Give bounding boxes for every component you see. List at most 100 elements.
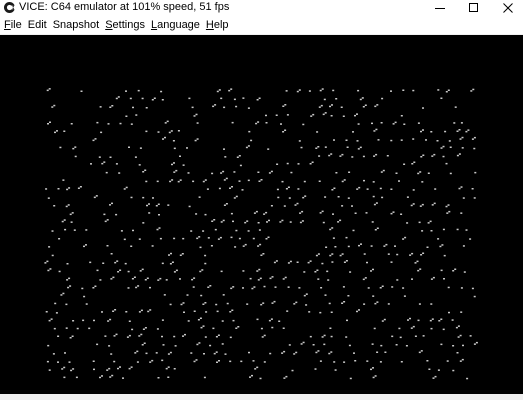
star-pixel xyxy=(465,130,468,133)
star-pixel xyxy=(171,163,173,166)
title-bar[interactable]: VICE: C64 emulator at 101% speed, 51 fps xyxy=(0,0,523,16)
star-pixel xyxy=(99,279,102,281)
star-pixel xyxy=(466,377,469,380)
star-pixel xyxy=(257,222,260,224)
star-pixel xyxy=(275,114,278,116)
star-pixel xyxy=(221,343,224,345)
minimize-button[interactable] xyxy=(425,0,455,16)
menu-help[interactable]: Help xyxy=(203,19,232,32)
star-pixel xyxy=(286,162,289,165)
star-pixel xyxy=(365,212,368,214)
star-pixel xyxy=(451,319,454,321)
star-pixel xyxy=(470,90,473,92)
menu-snapshot[interactable]: Snapshot xyxy=(50,19,102,32)
star-pixel xyxy=(303,294,306,297)
star-pixel xyxy=(68,361,71,363)
star-pixel xyxy=(412,89,415,92)
star-pixel xyxy=(196,343,199,346)
star-pixel xyxy=(247,107,250,109)
star-pixel xyxy=(301,210,304,213)
star-pixel xyxy=(200,326,203,329)
star-pixel xyxy=(418,303,421,305)
star-pixel xyxy=(136,361,139,363)
star-pixel xyxy=(155,205,158,207)
emulator-window: VICE: C64 emulator at 101% speed, 51 fps… xyxy=(0,0,523,400)
star-pixel xyxy=(47,344,50,347)
star-pixel xyxy=(218,360,220,362)
star-pixel xyxy=(299,221,302,224)
star-pixel xyxy=(298,287,301,289)
star-pixel xyxy=(251,287,254,290)
star-pixel xyxy=(247,230,250,232)
star-pixel xyxy=(373,203,376,206)
star-pixel xyxy=(341,253,344,255)
star-pixel xyxy=(286,310,289,312)
star-pixel xyxy=(57,188,60,190)
star-pixel xyxy=(419,268,422,270)
star-pixel xyxy=(110,278,113,280)
star-pixel xyxy=(283,205,286,207)
menu-edit[interactable]: Edit xyxy=(25,19,50,32)
star-pixel xyxy=(446,360,449,362)
star-pixel xyxy=(111,202,113,205)
star-pixel xyxy=(329,254,332,257)
star-pixel xyxy=(192,286,195,288)
star-pixel xyxy=(144,279,147,281)
star-pixel xyxy=(171,261,174,263)
star-pixel xyxy=(103,213,106,216)
star-pixel xyxy=(316,131,319,133)
star-pixel xyxy=(278,320,281,322)
star-pixel xyxy=(229,311,232,313)
star-pixel xyxy=(356,310,358,313)
star-pixel xyxy=(420,130,422,133)
star-pixel xyxy=(61,220,64,223)
star-pixel xyxy=(50,318,53,320)
star-pixel xyxy=(280,123,282,125)
star-pixel xyxy=(160,90,163,93)
star-pixel xyxy=(285,188,288,190)
menu-file[interactable]: File xyxy=(1,19,25,32)
star-pixel xyxy=(253,212,256,214)
star-pixel xyxy=(426,246,429,248)
star-pixel xyxy=(372,367,374,369)
star-pixel xyxy=(376,351,379,353)
star-pixel xyxy=(396,279,399,281)
star-pixel xyxy=(418,221,421,224)
star-pixel xyxy=(85,303,88,305)
star-pixel xyxy=(267,236,270,238)
emulator-screen[interactable] xyxy=(0,35,523,394)
star-pixel xyxy=(387,303,390,305)
star-pixel xyxy=(230,236,233,239)
star-pixel xyxy=(324,146,327,148)
star-pixel xyxy=(80,90,83,92)
star-pixel xyxy=(46,360,49,363)
star-pixel xyxy=(343,179,346,181)
star-pixel xyxy=(380,122,383,124)
menu-settings[interactable]: Settings xyxy=(102,19,148,32)
close-button[interactable] xyxy=(493,0,523,16)
star-pixel xyxy=(136,350,139,353)
star-pixel xyxy=(277,196,280,199)
star-pixel xyxy=(438,320,441,322)
maximize-button[interactable] xyxy=(459,0,489,16)
star-pixel xyxy=(418,351,421,354)
star-pixel xyxy=(432,276,435,279)
star-pixel xyxy=(270,318,273,320)
star-pixel xyxy=(83,295,86,298)
star-pixel xyxy=(213,219,216,221)
star-pixel xyxy=(186,147,188,149)
star-pixel xyxy=(398,327,401,330)
menu-language[interactable]: Language xyxy=(148,19,203,32)
star-pixel xyxy=(442,228,445,231)
star-pixel xyxy=(307,261,310,264)
star-pixel xyxy=(249,277,252,280)
star-pixel xyxy=(440,269,443,272)
vice-logo-icon[interactable] xyxy=(3,1,16,14)
star-pixel xyxy=(51,230,54,232)
star-pixel xyxy=(445,162,448,165)
star-pixel xyxy=(246,220,249,222)
star-pixel xyxy=(273,261,276,264)
star-pixel xyxy=(410,327,413,329)
star-pixel xyxy=(417,319,420,322)
star-pixel xyxy=(282,105,285,107)
